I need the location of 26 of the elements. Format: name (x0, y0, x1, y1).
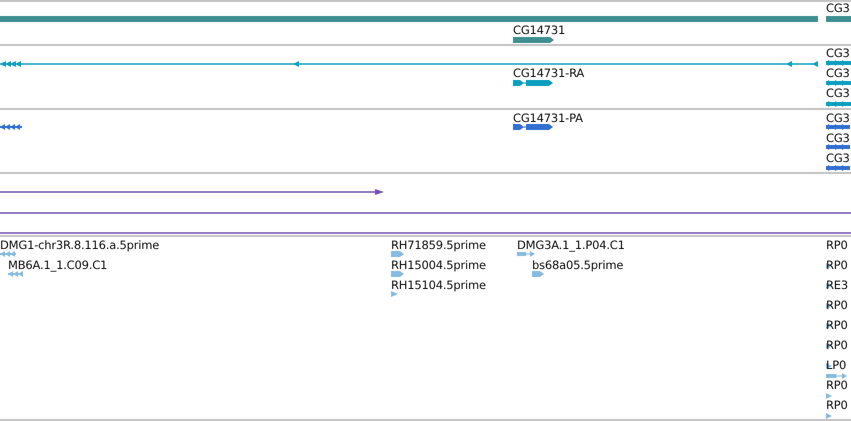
feature-label: RP0 (826, 318, 848, 332)
feature-label: RE3 (826, 278, 848, 292)
feature-label: CG3 (826, 46, 850, 60)
feature-label: bs68a05.5prime (532, 258, 624, 272)
feature-label: CG14731-RA (513, 66, 584, 80)
feature-label: CG3 (826, 151, 850, 165)
feature-label: CG3 (826, 1, 850, 15)
feature-label: CG14731 (513, 23, 566, 37)
feature-label: RP0 (826, 258, 848, 272)
feature-label: RH15004.5prime (391, 258, 486, 272)
feature-label: RP0 (826, 298, 848, 312)
feature-label: RH71859.5prime (391, 238, 486, 252)
feature-label: LP0 (826, 358, 846, 372)
feature-label: RP0 (826, 338, 848, 352)
feature-label: DMG3A.1_1.P04.C1 (517, 238, 625, 252)
feature-label: RH15104.5prime (391, 278, 486, 292)
feature-label: MB6A.1_1.C09.C1 (8, 258, 108, 272)
feature-label: CG3 (826, 66, 850, 80)
feature-label: CG14731-PA (513, 111, 583, 125)
feature-label: RP0 (826, 238, 848, 252)
feature-label: RP0 (826, 378, 848, 392)
feature-label: CG3 (826, 86, 850, 100)
feature-label: DMG1-chr3R.8.116.a.5prime (0, 238, 160, 252)
feature-label: CG3 (826, 111, 850, 125)
feature-label: CG3 (826, 131, 850, 145)
feature-label: RP0 (826, 398, 848, 412)
